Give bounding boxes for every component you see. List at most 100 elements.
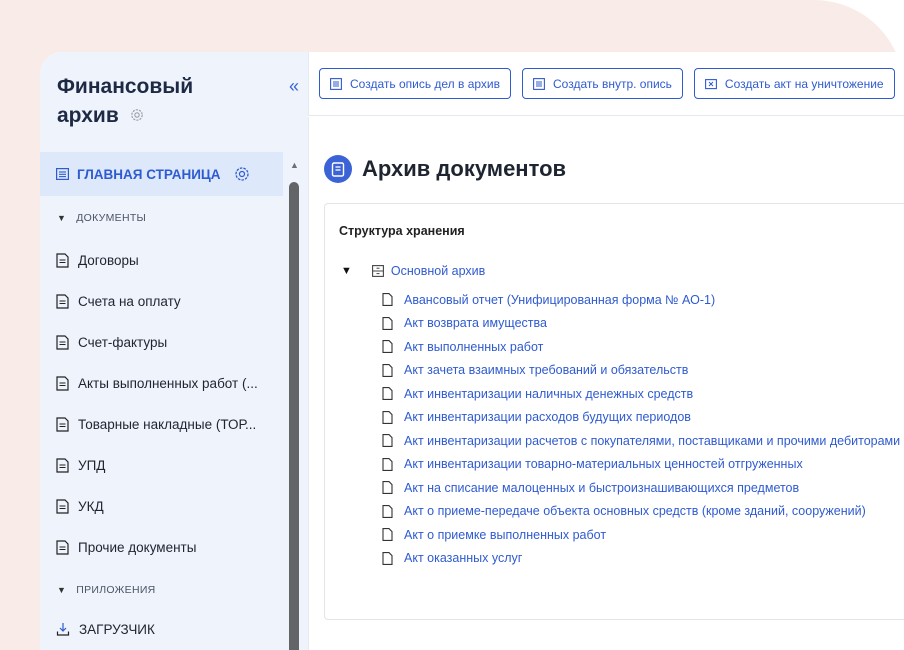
tree-leaf-label: Акт инвентаризации расчетов с покупателя… [404,433,901,448]
tree-root-label: Основной архив [390,264,486,278]
sidebar-item-label: Договоры [78,253,139,268]
create-internal-inventory-button[interactable]: Создать внутр. опись [522,68,683,99]
scroll-up-icon[interactable]: ▲ [290,160,299,170]
tree-leaf[interactable]: Акт на списание малоценных и быстроизнаш… [382,476,900,500]
app-title: Финансовый архив [57,72,247,130]
scroll-thumb[interactable] [289,182,299,650]
sidebar-item-acts[interactable]: Акты выполненных работ (... [40,363,283,404]
sidebar-item-label: ЗАГРУЗЧИК [79,621,155,637]
sidebar-item-contracts[interactable]: Договоры [40,240,283,281]
tree-leaf[interactable]: Акт инвентаризации расходов будущих пери… [382,406,900,430]
gear-icon[interactable] [129,107,145,123]
sidebar-item-label: Счет-фактуры [78,335,168,350]
page-icon [382,387,393,401]
tree-leaf-label: Акт на списание малоценных и быстроизнаш… [404,480,800,495]
tree-leaf[interactable]: Акт инвентаризации товарно-материальных … [382,453,900,477]
sidebar-item-tax-invoices[interactable]: Счет-фактуры [40,322,283,363]
document-icon [56,253,69,268]
tree-leaf[interactable]: Акт зачета взаимных требований и обязате… [382,359,900,383]
caret-down-icon[interactable]: ▼ [341,265,352,277]
sidebar-item-label: Акты выполненных работ (... [78,376,258,391]
tree-leaf[interactable]: Акт выполненных работ [382,335,900,359]
tree-leaf-label: Акт зачета взаимных требований и обязате… [404,363,689,378]
page-icon [382,551,393,565]
content: Архив документов Структура хранения ▼ Ос… [308,117,904,650]
sidebar-item-label: ГЛАВНАЯ СТРАНИЦА [77,166,221,182]
list-icon [533,77,545,90]
upload-icon [56,622,70,636]
page-icon [382,504,393,518]
tree-leaf[interactable]: Акт о приеме-передаче объекта основных с… [382,500,900,524]
gear-icon[interactable] [233,165,251,183]
sidebar-item-ukd[interactable]: УКД [40,486,283,527]
tree-leaf[interactable]: Акт о приемке выполненных работ [382,523,900,547]
page-icon [382,316,393,330]
page-header: Архив документов [324,155,566,183]
document-icon [56,335,69,350]
caret-down-icon: ▼ [57,213,67,223]
document-icon [56,417,69,432]
button-label: Создать акт на уничтожение [724,76,884,91]
button-label: Создать опись дел в архив [350,76,501,91]
tree-leaf[interactable]: Акт возврата имущества [382,312,900,336]
section-label: ДОКУМЕНТЫ [76,212,147,224]
storage-structure-panel: Структура хранения ▼ Основной архив Аван… [324,203,904,620]
button-label: Создать внутр. опись [553,76,672,91]
sidebar-nav: ГЛАВНАЯ СТРАНИЦА ▼ ДОКУМЕНТЫ Договоры Сч… [40,152,283,646]
create-destruction-act-button[interactable]: Создать акт на уничтожение [693,68,895,99]
page-icon [382,363,393,377]
tree-leaf[interactable]: Акт инвентаризации расчетов с покупателя… [382,429,900,453]
tree-leaf-label: Акт о приемке выполненных работ [404,527,607,542]
page-icon [382,434,393,448]
list-icon [330,77,342,90]
list-icon [56,168,69,180]
sidebar-item-other-docs[interactable]: Прочие документы [40,527,283,568]
tree-root[interactable]: ▼ Основной архив [341,264,485,278]
page-icon [382,457,393,471]
toolbar: Создать опись дел в архив Создать внутр.… [308,52,904,116]
tree-leaf-label: Акт выполненных работ [404,339,544,354]
page-icon [382,528,393,542]
collapse-sidebar-icon[interactable]: « [284,76,304,96]
tree-leaf-label: Акт инвентаризации товарно-материальных … [404,457,803,472]
page-title: Архив документов [362,156,567,181]
section-label: ПРИЛОЖЕНИЯ [76,584,156,596]
sidebar-item-invoices-payment[interactable]: Счета на оплату [40,281,283,322]
app-title-line1: Финансовый [57,75,194,98]
sidebar-item-upd[interactable]: УПД [40,445,283,486]
tree-leaf-label: Акт оказанных услуг [404,551,523,566]
sidebar-item-label: УПД [78,458,106,473]
page-icon [382,340,393,354]
page-icon [382,293,393,307]
document-icon [56,540,69,555]
sidebar-item-label: Счета на оплату [78,294,181,309]
sidebar-item-label: Товарные накладные (ТОР... [78,417,257,432]
create-archive-inventory-button[interactable]: Создать опись дел в архив [319,68,512,99]
app-window: Финансовый архив « ГЛАВНАЯ СТРАНИЦА ▼ ДО… [40,52,904,650]
section-documents[interactable]: ▼ ДОКУМЕНТЫ [40,196,283,240]
tree-leaf-label: Акт инвентаризации наличных денежных сре… [404,386,694,401]
section-apps[interactable]: ▼ ПРИЛОЖЕНИЯ [40,568,283,612]
tree-leaf-label: Акт инвентаризации расходов будущих пери… [404,410,691,425]
tree-children: Авансовый отчет (Унифицированная форма №… [382,288,900,570]
page-icon [382,481,393,495]
archive-cabinet-icon [371,265,384,277]
sidebar-item-label: УКД [78,499,104,514]
sidebar-item-label: Прочие документы [78,540,197,555]
sidebar-scrollbar[interactable]: ▲ [288,160,300,650]
tree-leaf[interactable]: Акт инвентаризации наличных денежных сре… [382,382,900,406]
sidebar-item-waybills[interactable]: Товарные накладные (ТОР... [40,404,283,445]
archive-book-icon [324,155,352,183]
sidebar-item-home[interactable]: ГЛАВНАЯ СТРАНИЦА [40,152,283,196]
main-area: Создать опись дел в архив Создать внутр.… [308,52,904,650]
tree-leaf[interactable]: Авансовый отчет (Унифицированная форма №… [382,288,900,312]
sidebar: Финансовый архив « ГЛАВНАЯ СТРАНИЦА ▼ ДО… [40,52,308,650]
caret-down-icon: ▼ [57,585,67,595]
tree-leaf[interactable]: Акт оказанных услуг [382,547,900,571]
document-icon [56,499,69,514]
delete-box-icon [704,78,717,89]
page-icon [382,410,393,424]
document-icon [56,376,69,391]
app-title-line2: архив [57,104,119,127]
sidebar-item-loader[interactable]: ЗАГРУЗЧИК [40,612,283,646]
